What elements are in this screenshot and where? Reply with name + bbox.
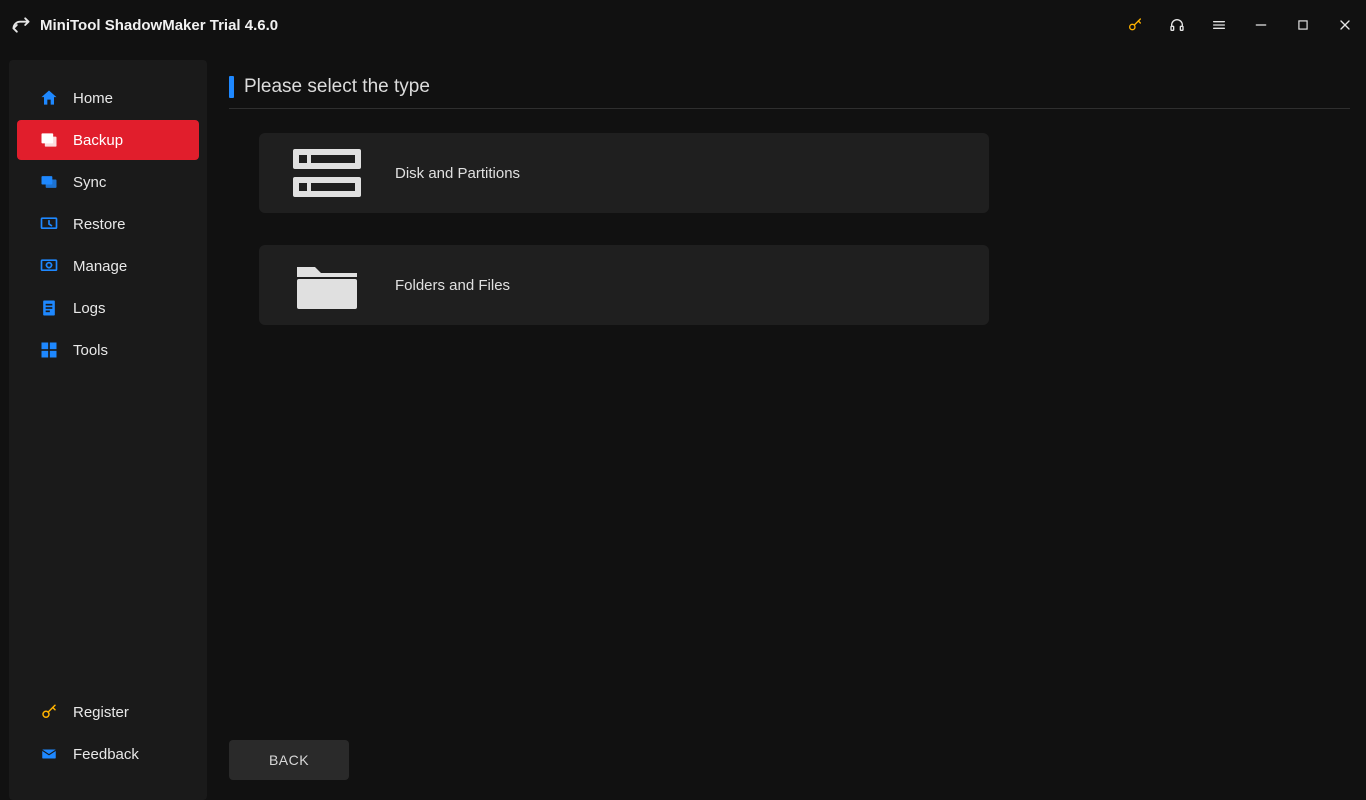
minimize-icon[interactable] (1252, 16, 1270, 34)
sidebar-item-label: Manage (73, 258, 127, 275)
option-folders-and-files[interactable]: Folders and Files (259, 245, 989, 325)
titlebar-right (1126, 16, 1354, 34)
back-button[interactable]: BACK (229, 740, 349, 780)
sidebar: Home Backup Sync Restore (9, 60, 207, 800)
sidebar-item-label: Register (73, 704, 129, 721)
app-logo-icon (10, 14, 32, 36)
header-accent (229, 76, 234, 98)
sidebar-item-logs[interactable]: Logs (17, 288, 199, 328)
key-icon[interactable] (1126, 16, 1144, 34)
type-options: Disk and Partitions Folders and Files (259, 133, 1350, 325)
option-label: Disk and Partitions (395, 165, 520, 182)
main: Please select the type Disk and Partitio… (207, 50, 1366, 800)
close-icon[interactable] (1336, 16, 1354, 34)
sidebar-item-label: Feedback (73, 746, 139, 763)
sidebar-item-tools[interactable]: Tools (17, 330, 199, 370)
option-label: Folders and Files (395, 277, 510, 294)
logs-icon (39, 298, 59, 318)
sidebar-item-register[interactable]: Register (17, 692, 199, 732)
sidebar-item-label: Logs (73, 300, 106, 317)
app-title: MiniTool ShadowMaker Trial 4.6.0 (40, 17, 278, 34)
menu-icon[interactable] (1210, 16, 1228, 34)
sync-icon (39, 172, 59, 192)
option-disk-and-partitions[interactable]: Disk and Partitions (259, 133, 989, 213)
manage-icon (39, 256, 59, 276)
back-row: BACK (229, 740, 349, 780)
sidebar-item-label: Home (73, 90, 113, 107)
home-icon (39, 88, 59, 108)
sidebar-item-restore[interactable]: Restore (17, 204, 199, 244)
sidebar-item-backup[interactable]: Backup (17, 120, 199, 160)
sidebar-item-label: Sync (73, 174, 106, 191)
titlebar: MiniTool ShadowMaker Trial 4.6.0 (0, 0, 1366, 50)
sidebar-item-home[interactable]: Home (17, 78, 199, 118)
sidebar-item-sync[interactable]: Sync (17, 162, 199, 202)
sidebar-item-label: Restore (73, 216, 126, 233)
disk-partitions-icon (291, 145, 363, 201)
page-header: Please select the type (229, 76, 1350, 109)
sidebar-item-feedback[interactable]: Feedback (17, 734, 199, 774)
titlebar-left: MiniTool ShadowMaker Trial 4.6.0 (10, 14, 278, 36)
headset-icon[interactable] (1168, 16, 1186, 34)
sidebar-nav: Home Backup Sync Restore (9, 76, 207, 690)
page-title: Please select the type (244, 76, 430, 98)
maximize-icon[interactable] (1294, 16, 1312, 34)
sidebar-footer: Register Feedback (9, 690, 207, 784)
key-icon (39, 702, 59, 722)
shell: Home Backup Sync Restore (0, 50, 1366, 800)
mail-icon (39, 744, 59, 764)
sidebar-item-label: Tools (73, 342, 108, 359)
folder-icon (291, 257, 363, 313)
sidebar-item-label: Backup (73, 132, 123, 149)
tools-icon (39, 340, 59, 360)
backup-icon (39, 130, 59, 150)
sidebar-item-manage[interactable]: Manage (17, 246, 199, 286)
restore-icon (39, 214, 59, 234)
